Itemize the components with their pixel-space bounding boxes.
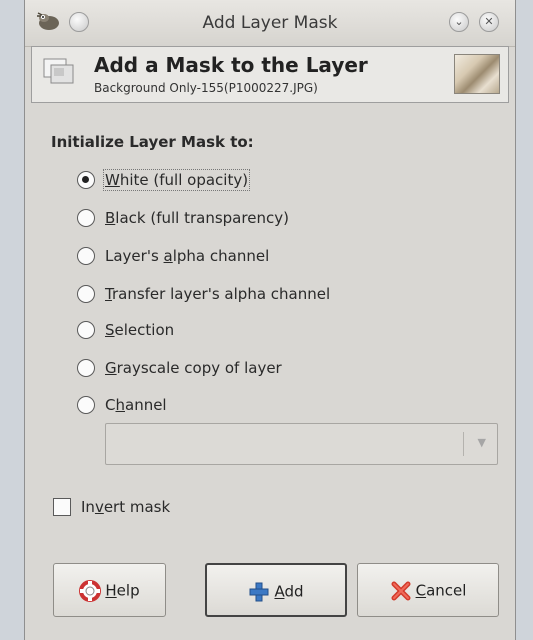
radio-channel[interactable]: Channel: [77, 393, 477, 419]
add-layer-mask-dialog: Add Layer Mask ⌄ ✕ Add a Mask to the Lay…: [24, 0, 516, 640]
radio-label: Selection: [105, 321, 175, 339]
layer-thumbnail: [454, 54, 500, 94]
radio-button[interactable]: [77, 247, 95, 265]
close-icon: ✕: [484, 15, 494, 28]
radio-button[interactable]: [77, 321, 95, 339]
add-button[interactable]: Add: [205, 563, 347, 617]
title-bar: Add Layer Mask ⌄ ✕: [25, 0, 515, 47]
radio-label: Transfer layer's alpha channel: [105, 285, 331, 303]
radio-label: Layer's alpha channel: [105, 247, 270, 265]
radio-button[interactable]: [77, 396, 95, 414]
radio-label: Black (full transparency): [105, 209, 289, 227]
chevron-down-icon: ⌄: [454, 15, 464, 28]
combo-separator: [463, 432, 464, 456]
chevron-down-icon: ▼: [477, 436, 486, 449]
help-button[interactable]: Help: [53, 563, 166, 617]
radio-label: Grayscale copy of layer: [105, 359, 282, 377]
invert-mask-label: Invert mask: [81, 498, 171, 516]
invert-mask-checkbox[interactable]: [53, 498, 71, 516]
radio-label: Channel: [105, 396, 167, 414]
radio-grayscale-copy[interactable]: Grayscale copy of layer: [77, 356, 477, 382]
radio-button[interactable]: [77, 209, 95, 227]
radio-button[interactable]: [77, 359, 95, 377]
close-button[interactable]: ✕: [479, 12, 499, 32]
radio-button[interactable]: [77, 285, 95, 303]
radio-black[interactable]: Black (full transparency): [77, 206, 477, 232]
header-subtitle: Background Only-155(P1000227.JPG): [94, 81, 318, 95]
radio-transfer-alpha[interactable]: Transfer layer's alpha channel: [77, 282, 477, 308]
radio-white[interactable]: White (full opacity): [77, 168, 477, 194]
radio-button[interactable]: [77, 171, 95, 189]
invert-mask-checkbox-row[interactable]: Invert mask: [53, 496, 353, 520]
minimize-button[interactable]: ⌄: [449, 12, 469, 32]
layer-mask-icon: [43, 58, 74, 84]
window-title: Add Layer Mask: [202, 13, 338, 33]
lifebuoy-icon: [79, 580, 102, 602]
radio-label: White (full opacity): [102, 169, 251, 191]
red-x-icon: [391, 581, 411, 601]
dialog-header: Add a Mask to the Layer Background Only-…: [31, 46, 509, 103]
cancel-button[interactable]: Cancel: [357, 563, 499, 617]
plus-icon: [249, 582, 269, 602]
radio-selection[interactable]: Selection: [77, 318, 477, 344]
radio-selected-dot: [82, 176, 89, 183]
header-title: Add a Mask to the Layer: [94, 53, 368, 77]
channel-select[interactable]: ▼: [105, 423, 498, 465]
section-title: Initialize Layer Mask to:: [51, 133, 254, 151]
radio-layer-alpha[interactable]: Layer's alpha channel: [77, 244, 477, 270]
